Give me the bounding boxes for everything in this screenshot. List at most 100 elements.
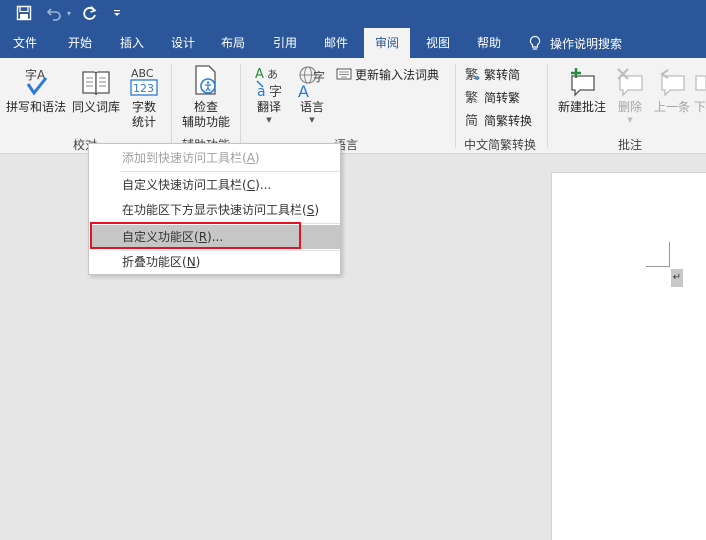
traditional-to-simplified-icon: 繁 xyxy=(465,67,480,82)
menu-separator xyxy=(121,223,340,224)
check-label-1: 检查 xyxy=(193,100,218,114)
menu-item-customize-ribbon[interactable]: 自定义功能区(R)... xyxy=(91,225,340,249)
chinese-conversion-button[interactable]: 简 简繁转换 xyxy=(465,110,532,130)
margin-corner-mark xyxy=(669,242,670,267)
svg-text:字: 字 xyxy=(313,69,325,84)
simplified-to-traditional-icon: 繁 xyxy=(465,90,478,105)
menu-item-shortcut: A xyxy=(246,151,255,165)
tab-view[interactable]: 视图 xyxy=(413,28,463,58)
simplified-to-traditional-button[interactable]: 繁 简转繁 xyxy=(465,87,520,107)
ribbon-separator xyxy=(171,64,172,148)
redo-icon[interactable] xyxy=(79,2,101,24)
menu-item-shortcut: C xyxy=(246,178,256,192)
menu-item-shortcut: R xyxy=(198,230,208,244)
svg-text:123: 123 xyxy=(133,82,154,95)
thesaurus-label: 同义词库 xyxy=(71,100,120,114)
to-traditional-label: 简转繁 xyxy=(484,90,521,105)
delete-comment-button[interactable]: 删除 ▼ xyxy=(610,62,650,125)
save-icon[interactable] xyxy=(13,2,35,24)
word-count-label-2: 统计 xyxy=(131,115,156,129)
menu-item-label: 添加到快速访问工具栏( xyxy=(122,151,247,165)
translate-label: 翻译 xyxy=(256,100,281,114)
undo-dropdown-icon[interactable]: ▾ xyxy=(64,2,74,24)
update-ime-label: 更新输入法词典 xyxy=(355,67,440,82)
translate-dropdown-icon: ▼ xyxy=(266,116,272,124)
document-page[interactable] xyxy=(551,172,706,540)
new-comment-icon xyxy=(566,62,598,98)
previous-comment-label: 上一条 xyxy=(653,100,690,114)
update-ime-dictionary-button[interactable]: 更新输入法词典 xyxy=(336,64,439,84)
group-label-comments: 批注 xyxy=(617,138,642,152)
menu-item-label-tail: ) xyxy=(254,151,260,165)
title-bar: ▾ xyxy=(0,0,706,28)
paragraph-mark[interactable]: ↵ xyxy=(671,269,683,287)
thesaurus-button[interactable]: 同义词库 xyxy=(70,62,122,115)
spelling-grammar-button[interactable]: 字A 拼写和语法 xyxy=(4,62,68,115)
svg-text:A: A xyxy=(255,67,264,82)
menu-item-label-tail: )... xyxy=(207,230,224,244)
tell-me-search[interactable]: 操作说明搜索 xyxy=(528,28,622,58)
svg-text:繁: 繁 xyxy=(465,67,478,82)
language-icon: 字A xyxy=(296,62,328,98)
svg-text:あ: あ xyxy=(267,68,278,81)
menu-item-label: 折叠功能区( xyxy=(122,255,187,269)
menu-item-shortcut: N xyxy=(186,255,196,269)
ribbon-review: 字A 拼写和语法 同义词库 ABC123 字数 统计 校对 检查 辅助功能 辅助… xyxy=(0,58,706,154)
spelling-label: 拼写和语法 xyxy=(5,100,66,114)
delete-comment-icon xyxy=(614,62,646,98)
tab-layout[interactable]: 布局 xyxy=(208,28,258,58)
new-comment-label: 新建批注 xyxy=(557,100,606,114)
next-comment-button[interactable]: 下 xyxy=(694,62,706,115)
chinese-conversion-icon: 简 xyxy=(465,113,478,128)
spelling-check-icon: 字A xyxy=(20,62,52,98)
svg-text:ABC: ABC xyxy=(131,67,154,80)
convert-label: 简繁转换 xyxy=(484,113,533,128)
tab-references[interactable]: 引用 xyxy=(260,28,310,58)
tab-insert[interactable]: 插入 xyxy=(107,28,157,58)
customize-qat-icon[interactable] xyxy=(110,2,124,24)
next-comment-icon xyxy=(694,62,706,98)
accessibility-check-icon xyxy=(191,62,221,98)
translate-icon: Aあa字 xyxy=(253,62,285,98)
check-label-2: 辅助功能 xyxy=(181,115,230,129)
traditional-to-simplified-button[interactable]: 繁 繁转简 xyxy=(465,64,520,84)
undo-icon[interactable] xyxy=(44,2,64,24)
tab-review[interactable]: 审阅 xyxy=(364,28,410,58)
word-count-label-1: 字数 xyxy=(131,100,156,114)
language-label: 语言 xyxy=(299,100,324,114)
word-count-button[interactable]: ABC 123 字数 统计 xyxy=(122,62,166,130)
ribbon-separator xyxy=(455,64,456,148)
menu-item-add-to-qat[interactable]: 添加到快速访问工具栏(A) xyxy=(91,146,340,170)
svg-text:简: 简 xyxy=(465,113,478,128)
ribbon-context-menu: 添加到快速访问工具栏(A) 自定义快速访问工具栏(C)... 在功能区下方显示快… xyxy=(88,143,341,275)
svg-text:字: 字 xyxy=(269,85,282,98)
tab-file[interactable]: 文件 xyxy=(2,28,48,58)
previous-comment-icon xyxy=(656,62,688,98)
previous-comment-button[interactable]: 上一条 xyxy=(650,62,694,115)
translate-button[interactable]: Aあa字 翻译 ▼ xyxy=(246,62,292,125)
abc-123-icon: ABC 123 xyxy=(129,62,159,98)
lightbulb-icon xyxy=(529,35,541,50)
next-comment-label: 下 xyxy=(694,100,706,114)
tab-design[interactable]: 设计 xyxy=(158,28,208,58)
menu-item-collapse-ribbon[interactable]: 折叠功能区(N) xyxy=(91,250,340,274)
menu-item-label-tail: ) xyxy=(314,203,319,217)
check-accessibility-button[interactable]: 检查 辅助功能 xyxy=(176,62,236,130)
menu-item-label: 自定义快速访问工具栏( xyxy=(122,178,247,192)
new-comment-button[interactable]: 新建批注 xyxy=(554,62,610,115)
menu-separator xyxy=(121,171,340,172)
tab-mailings[interactable]: 邮件 xyxy=(311,28,361,58)
svg-text:a: a xyxy=(257,84,266,98)
menu-item-customize-qat[interactable]: 自定义快速访问工具栏(C)... xyxy=(91,173,340,197)
tab-help[interactable]: 帮助 xyxy=(464,28,514,58)
keyboard-icon xyxy=(336,68,352,80)
margin-corner-mark xyxy=(646,266,670,267)
tab-home[interactable]: 开始 xyxy=(55,28,105,58)
menu-item-show-qat-below[interactable]: 在功能区下方显示快速访问工具栏(S) xyxy=(91,198,340,222)
svg-text:A: A xyxy=(298,82,309,98)
menu-item-label: 自定义功能区( xyxy=(122,230,199,244)
delete-comment-label: 删除 xyxy=(617,100,642,114)
language-button[interactable]: 字A 语言 ▼ xyxy=(292,62,332,125)
ribbon-separator xyxy=(547,64,548,148)
menu-item-label-tail: )... xyxy=(255,178,272,192)
